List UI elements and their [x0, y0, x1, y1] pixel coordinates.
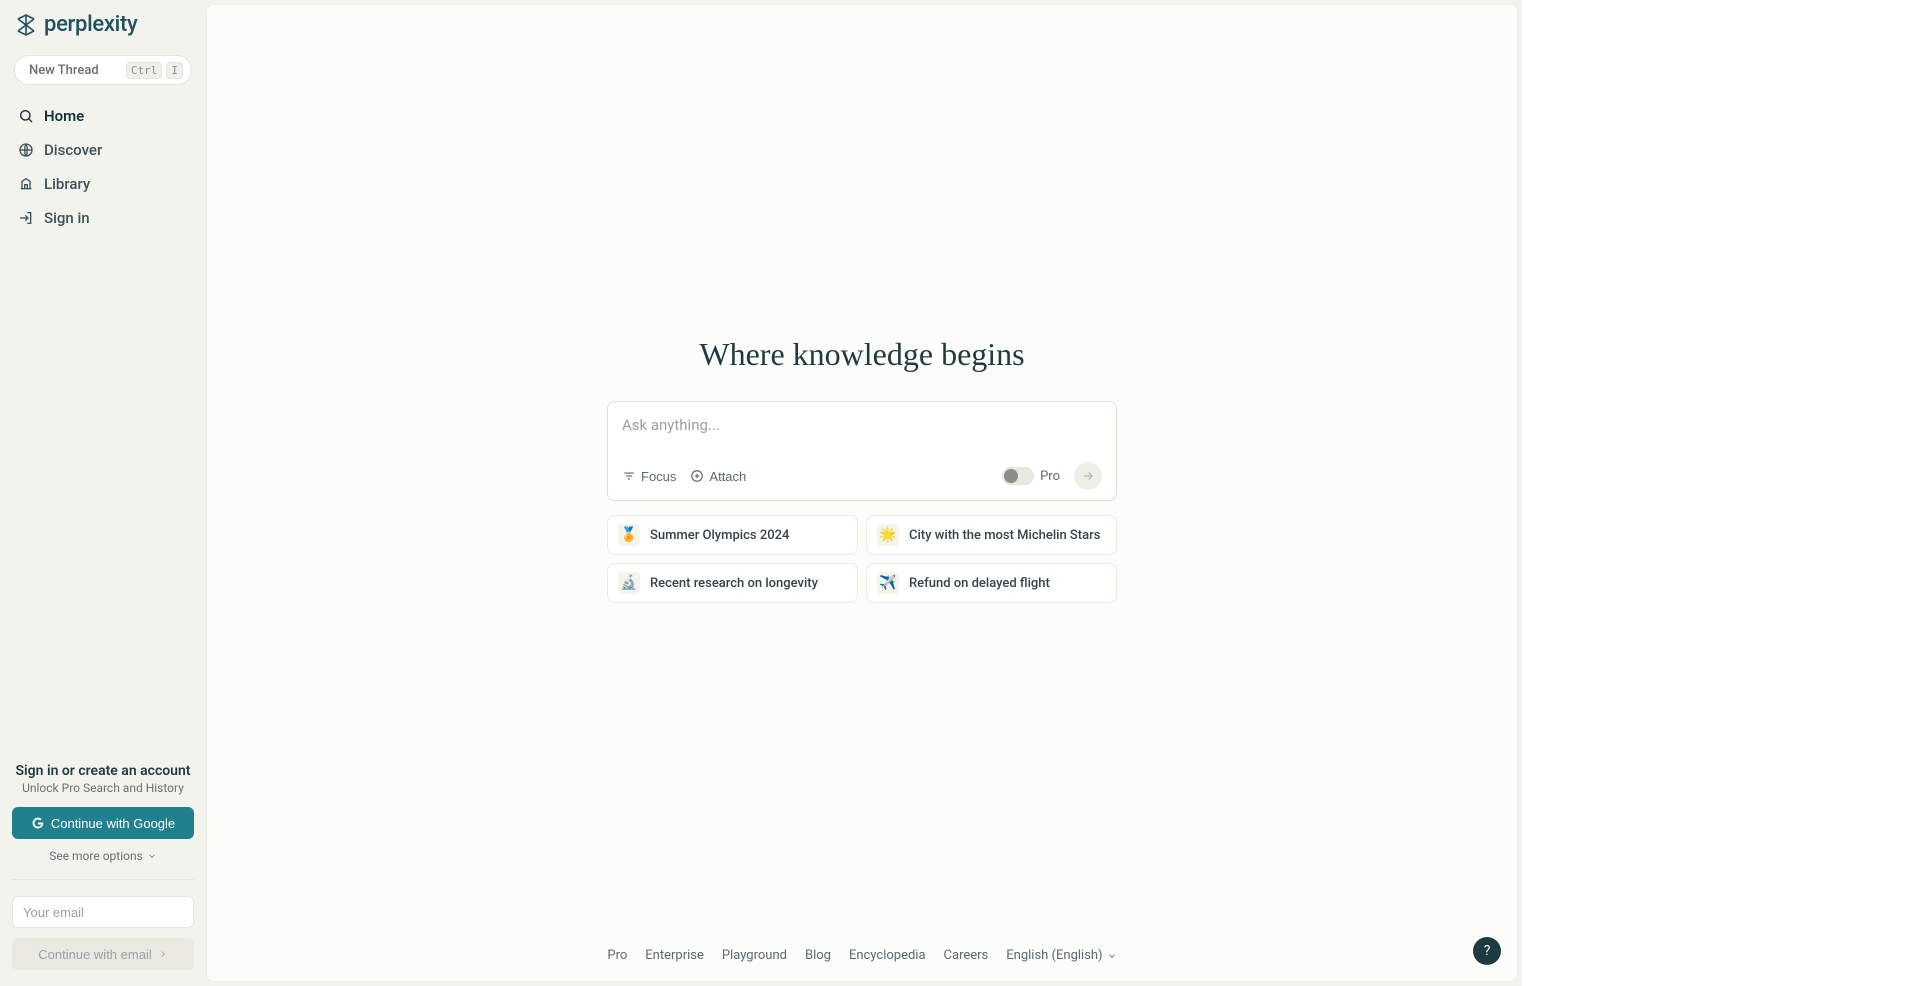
- signin-title: Sign in or create an account: [12, 763, 194, 779]
- search-target-icon: [18, 108, 34, 124]
- brand-logo[interactable]: perplexity: [14, 12, 192, 37]
- new-thread-kbd: Ctrl I: [126, 62, 183, 79]
- chevron-right-icon: [158, 949, 168, 959]
- nav-home-label: Home: [44, 107, 84, 125]
- focus-label: Focus: [641, 469, 676, 484]
- sidebar: perplexity New Thread Ctrl I Home Discov: [0, 0, 206, 986]
- search-box: Focus Attach: [607, 401, 1117, 501]
- footer-link-blog[interactable]: Blog: [805, 948, 831, 963]
- pro-toggle-wrap: Pro: [1002, 467, 1060, 485]
- brand-name: perplexity: [44, 12, 137, 37]
- email-input[interactable]: [12, 896, 194, 928]
- main-panel: Where knowledge begins Focus: [206, 4, 1518, 982]
- suggestion-card[interactable]: 🔬 Recent research on longevity: [607, 563, 858, 603]
- suggestion-emoji: 🌟: [877, 524, 899, 546]
- plus-circle-icon: [690, 469, 704, 483]
- focus-icon: [622, 469, 636, 483]
- help-button[interactable]: ?: [1473, 937, 1501, 965]
- nav-discover-label: Discover: [44, 141, 102, 159]
- footer: Pro Enterprise Playground Blog Encyclope…: [207, 934, 1517, 981]
- pro-label: Pro: [1040, 469, 1060, 484]
- sign-in-block: Sign in or create an account Unlock Pro …: [0, 763, 206, 863]
- suggestion-text: Recent research on longevity: [650, 576, 818, 591]
- footer-link-encyclopedia[interactable]: Encyclopedia: [849, 948, 926, 963]
- sidebar-nav: Home Discover Library Sign in: [0, 99, 206, 235]
- nav-discover[interactable]: Discover: [8, 133, 198, 167]
- footer-link-careers[interactable]: Careers: [944, 948, 989, 963]
- focus-button[interactable]: Focus: [622, 469, 676, 484]
- suggestion-emoji: 🔬: [618, 572, 640, 594]
- continue-email-button[interactable]: Continue with email: [12, 938, 194, 970]
- see-more-options[interactable]: See more options: [12, 849, 194, 863]
- signin-subtitle: Unlock Pro Search and History: [12, 781, 194, 795]
- kbd-i: I: [166, 62, 183, 79]
- kbd-ctrl: Ctrl: [126, 62, 163, 79]
- pro-toggle[interactable]: [1002, 467, 1034, 485]
- footer-link-playground[interactable]: Playground: [722, 948, 787, 963]
- language-label: English (English): [1006, 948, 1102, 963]
- suggestions-grid: 🏅 Summer Olympics 2024 🌟 City with the m…: [607, 515, 1117, 603]
- toggle-knob: [1004, 469, 1018, 483]
- see-more-label: See more options: [49, 849, 143, 863]
- language-selector[interactable]: English (English): [1006, 948, 1116, 963]
- suggestion-emoji: 🏅: [618, 524, 640, 546]
- submit-button[interactable]: [1074, 462, 1102, 490]
- sidebar-divider: [12, 879, 194, 880]
- suggestion-card[interactable]: 🌟 City with the most Michelin Stars: [866, 515, 1117, 555]
- new-thread-label: New Thread: [29, 63, 99, 78]
- library-icon: [18, 176, 34, 192]
- attach-label: Attach: [709, 469, 746, 484]
- search-toolbar: Focus Attach: [622, 462, 1102, 490]
- app-root: perplexity New Thread Ctrl I Home Discov: [0, 0, 1912, 986]
- suggestion-text: Refund on delayed flight: [909, 576, 1050, 591]
- signin-arrow-icon: [18, 210, 34, 226]
- suggestion-card[interactable]: ✈️ Refund on delayed flight: [866, 563, 1117, 603]
- suggestion-emoji: ✈️: [877, 572, 899, 594]
- nav-signin[interactable]: Sign in: [8, 201, 198, 235]
- google-icon: [31, 816, 45, 830]
- chevron-down-icon: [1107, 951, 1117, 961]
- center-column: Where knowledge begins Focus: [207, 5, 1517, 934]
- arrow-right-icon: [1081, 469, 1095, 483]
- nav-signin-label: Sign in: [44, 209, 90, 227]
- footer-link-enterprise[interactable]: Enterprise: [645, 948, 704, 963]
- main-wrap: Where knowledge begins Focus: [206, 0, 1522, 986]
- attach-button[interactable]: Attach: [690, 469, 746, 484]
- perplexity-logo-icon: [14, 13, 38, 37]
- help-icon: ?: [1484, 943, 1491, 959]
- right-blank-strip: [1522, 0, 1912, 986]
- nav-library-label: Library: [44, 175, 90, 193]
- search-input[interactable]: [622, 416, 1102, 440]
- google-button-label: Continue with Google: [51, 816, 175, 831]
- logo-container: perplexity: [0, 12, 206, 47]
- suggestion-card[interactable]: 🏅 Summer Olympics 2024: [607, 515, 858, 555]
- sidebar-spacer: [0, 235, 206, 763]
- footer-link-pro[interactable]: Pro: [607, 948, 627, 963]
- nav-home[interactable]: Home: [8, 99, 198, 133]
- email-button-label: Continue with email: [38, 947, 151, 962]
- suggestion-text: Summer Olympics 2024: [650, 528, 789, 543]
- globe-icon: [18, 142, 34, 158]
- hero-title: Where knowledge begins: [699, 336, 1024, 373]
- nav-library[interactable]: Library: [8, 167, 198, 201]
- new-thread-button[interactable]: New Thread Ctrl I: [14, 55, 192, 85]
- chevron-down-icon: [147, 851, 157, 861]
- continue-google-button[interactable]: Continue with Google: [12, 807, 194, 839]
- suggestion-text: City with the most Michelin Stars: [909, 528, 1100, 543]
